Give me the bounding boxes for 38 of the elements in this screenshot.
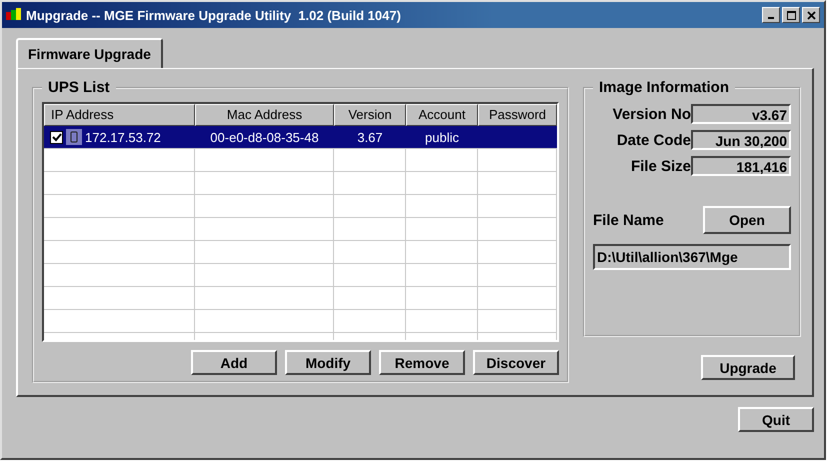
readonly-field: v3.67	[691, 104, 791, 124]
device-icon	[66, 129, 82, 145]
open-button[interactable]: Open	[703, 206, 791, 234]
field-label: File Name	[593, 212, 664, 228]
check-icon	[52, 132, 62, 142]
window-title: Mupgrade -- MGE Firmware Upgrade Utility 1.02 (Build 1047)	[26, 8, 402, 22]
column-header[interactable]: IP Address	[44, 104, 195, 126]
action-button[interactable]: Discover	[473, 350, 559, 375]
upgrade-button[interactable]: Upgrade	[701, 355, 795, 380]
readonly-field: Jun 30,200	[691, 130, 791, 150]
group-title: UPS List	[47, 79, 111, 96]
group-title: Image Information	[598, 79, 730, 96]
column-header[interactable]: Password	[478, 104, 557, 126]
table-row[interactable]: 172.17.53.72 00-e0-d8-08-35-48 3.67 public	[44, 126, 557, 148]
file-name-field: D:\Util\allion\367\Mge	[593, 244, 791, 270]
field-label: File Size	[630, 158, 691, 174]
field-label: Date Code	[616, 132, 691, 148]
quit-button[interactable]: Quit	[738, 407, 814, 432]
tab[interactable]: Firmware Upgrade	[16, 38, 163, 68]
action-button[interactable]: Modify	[285, 350, 371, 375]
column-header[interactable]: Account	[406, 104, 478, 126]
table-cell: public	[425, 130, 459, 144]
app-icon	[6, 8, 22, 22]
column-header[interactable]: Mac Address	[195, 104, 334, 126]
table-cell: 3.67	[357, 130, 383, 144]
maximize-icon	[786, 10, 796, 20]
close-button[interactable]	[802, 7, 820, 23]
readonly-field: 181,416	[691, 156, 791, 176]
table-cell: 172.17.53.72	[85, 130, 161, 144]
close-icon	[806, 10, 816, 20]
action-button[interactable]: Add	[191, 350, 277, 375]
column-header[interactable]: Version	[334, 104, 406, 126]
action-button[interactable]: Remove	[379, 350, 465, 375]
table-cell: 00-e0-d8-08-35-48	[210, 130, 319, 144]
maximize-button[interactable]	[782, 7, 800, 23]
field-label: Version No	[612, 106, 691, 122]
checkbox[interactable]	[50, 130, 63, 144]
minimize-button[interactable]	[762, 7, 780, 23]
